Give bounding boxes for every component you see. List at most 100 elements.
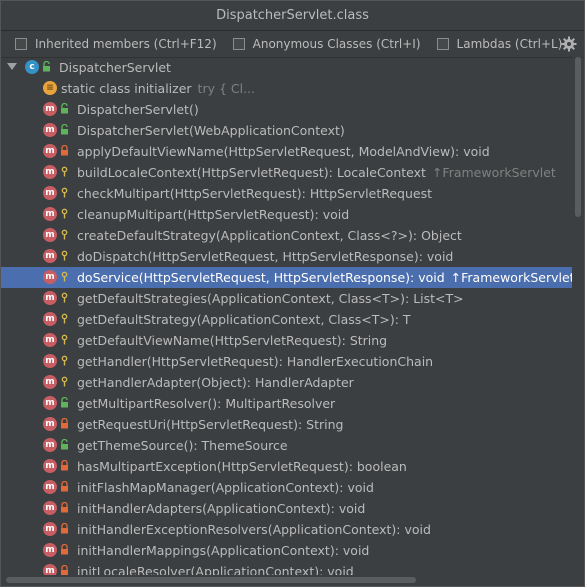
public-access-icon	[61, 397, 68, 408]
member-label: getDefaultViewName(HttpServletRequest): …	[77, 333, 388, 348]
lambdas-option[interactable]: Lambdas (Ctrl+L)	[436, 37, 563, 51]
member-signature: applyDefaultViewName(HttpServletRequest,…	[77, 144, 490, 159]
method-icon: m	[43, 354, 57, 368]
inherited-members-checkbox[interactable]	[15, 38, 27, 50]
protected-access-icon	[61, 271, 68, 282]
tree-item-row[interactable]: m buildLocaleContext(HttpServletRequest):…	[1, 162, 572, 183]
member-label: checkMultipart(HttpServletRequest): Http…	[77, 186, 432, 201]
tree-item-row[interactable]: m getHandler(HttpServletRequest): Handler…	[1, 351, 572, 372]
inherited-members-label: Inherited members (Ctrl+F12)	[35, 37, 217, 51]
protected-access-icon	[61, 229, 68, 240]
lambdas-checkbox[interactable]	[436, 38, 449, 50]
method-icon: m	[43, 501, 57, 515]
anonymous-classes-option[interactable]: Anonymous Classes (Ctrl+I)	[232, 37, 421, 51]
method-icon: m	[43, 438, 57, 452]
method-icon: m	[43, 144, 57, 158]
member-signature: static class initializer try { Cl...	[61, 81, 255, 96]
tree-item-row[interactable]: m getDefaultViewName(HttpServletRequest):…	[1, 330, 572, 351]
method-icon: m	[43, 522, 57, 536]
member-signature: cleanupMultipart(HttpServletRequest): vo…	[77, 207, 349, 222]
tree-item-row[interactable]: m initHandlerMappings(ApplicationContext)…	[1, 540, 572, 561]
private-access-icon	[61, 460, 68, 471]
class-icon: c	[25, 60, 39, 74]
anonymous-classes-checkbox[interactable]	[232, 38, 245, 50]
tree-item-row[interactable]: m getThemeSource(): ThemeSource	[1, 435, 572, 456]
inherited-members-option[interactable]: Inherited members (Ctrl+F12)	[15, 37, 217, 51]
member-label: buildLocaleContext(HttpServletRequest): …	[77, 165, 426, 180]
member-signature: initHandlerExceptionResolvers(Applicatio…	[77, 522, 431, 537]
structure-tree[interactable]: c DispatcherServlet ≡ static class initia…	[1, 57, 572, 575]
protected-access-icon	[61, 334, 68, 345]
member-signature: doService(HttpServletRequest, HttpServle…	[77, 270, 572, 285]
method-icon: m	[43, 543, 57, 557]
method-icon: m	[43, 459, 57, 473]
protected-access-icon	[61, 187, 68, 198]
method-icon: m	[43, 270, 57, 284]
method-icon: m	[43, 564, 57, 575]
gear-icon[interactable]	[561, 36, 577, 52]
member-signature: getHandler(HttpServletRequest): HandlerE…	[77, 354, 433, 369]
member-label: doService(HttpServletRequest, HttpServle…	[77, 270, 445, 285]
tree-item-row[interactable]: m doDispatch(HttpServletRequest, HttpServ…	[1, 246, 572, 267]
method-icon: m	[43, 333, 57, 347]
member-signature: getDefaultStrategies(ApplicationContext,…	[77, 291, 464, 306]
public-access-icon	[61, 124, 68, 135]
tree-item-row[interactable]: m initFlashMapManager(ApplicationContext)…	[1, 477, 572, 498]
tree-item-row[interactable]: m DispatcherServlet()	[1, 99, 572, 120]
tree-item-row[interactable]: m getRequestUri(HttpServletRequest): Stri…	[1, 414, 572, 435]
protected-access-icon	[61, 313, 68, 324]
tree-item-row[interactable]: m doService(HttpServletRequest, HttpServl…	[1, 267, 572, 288]
method-icon: m	[43, 207, 57, 221]
tree-item-row[interactable]: m checkMultipart(HttpServletRequest): Htt…	[1, 183, 572, 204]
tree-item-row[interactable]: m getDefaultStrategy(ApplicationContext, …	[1, 309, 572, 330]
member-label: initHandlerExceptionResolvers(Applicatio…	[77, 522, 431, 537]
static-initializer-icon: ≡	[43, 81, 57, 95]
private-access-icon	[61, 481, 68, 492]
horizontal-scroll-thumb[interactable]	[6, 577, 416, 583]
protected-access-icon	[61, 355, 68, 366]
tree-item-row[interactable]: m getMultipartResolver(): MultipartResolv…	[1, 393, 572, 414]
member-label: static class initializer	[61, 81, 192, 96]
member-signature: buildLocaleContext(HttpServletRequest): …	[77, 165, 556, 180]
tree-item-row[interactable]: m createDefaultStrategy(ApplicationContex…	[1, 225, 572, 246]
tree-item-row[interactable]: m cleanupMultipart(HttpServletRequest): v…	[1, 204, 572, 225]
member-signature: getMultipartResolver(): MultipartResolve…	[77, 396, 335, 411]
member-label: applyDefaultViewName(HttpServletRequest,…	[77, 144, 490, 159]
vertical-scrollbar[interactable]	[573, 57, 583, 575]
member-label: getDefaultStrategies(ApplicationContext,…	[77, 291, 464, 306]
structure-popup: DispatcherServlet.class Inherited member…	[0, 0, 585, 587]
member-signature: initHandlerMappings(ApplicationContext):…	[77, 543, 369, 558]
member-signature: hasMultipartException(HttpServletRequest…	[77, 459, 407, 474]
lambdas-label: Lambdas (Ctrl+L)	[456, 37, 563, 51]
member-signature: DispatcherServlet()	[77, 102, 199, 117]
tree-item-row[interactable]: m getHandlerAdapter(Object): HandlerAdapt…	[1, 372, 572, 393]
tree-item-row[interactable]: m applyDefaultViewName(HttpServletRequest…	[1, 141, 572, 162]
member-signature: getDefaultViewName(HttpServletRequest): …	[77, 333, 387, 348]
method-icon: m	[43, 102, 57, 116]
protected-access-icon	[61, 166, 68, 177]
member-label: initHandlerAdapters(ApplicationContext):…	[77, 501, 366, 516]
method-icon: m	[43, 375, 57, 389]
popup-title: DispatcherServlet.class	[1, 1, 584, 31]
tree-root-row[interactable]: c DispatcherServlet	[1, 57, 572, 78]
tree-item-row[interactable]: m initLocaleResolver(ApplicationContext):…	[1, 561, 572, 575]
member-signature: initLocaleResolver(ApplicationContext): …	[77, 564, 354, 575]
tree-item-row[interactable]: m hasMultipartException(HttpServletReques…	[1, 456, 572, 477]
tree-item-row[interactable]: m initHandlerExceptionResolvers(Applicati…	[1, 519, 572, 540]
member-label: getThemeSource(): ThemeSource	[77, 438, 288, 453]
public-lock-icon	[43, 61, 50, 72]
member-signature: doDispatch(HttpServletRequest, HttpServl…	[77, 249, 453, 264]
root-class-name: DispatcherServlet	[59, 60, 171, 75]
member-label: initLocaleResolver(ApplicationContext): …	[77, 564, 354, 575]
tree-item-row[interactable]: ≡ static class initializer try { Cl...	[1, 78, 572, 99]
horizontal-scrollbar[interactable]	[2, 575, 572, 585]
vertical-scroll-thumb[interactable]	[575, 57, 581, 217]
member-signature: DispatcherServlet(WebApplicationContext)	[77, 123, 345, 138]
tree-item-row[interactable]: m getDefaultStrategies(ApplicationContext…	[1, 288, 572, 309]
expand-arrow-icon[interactable]	[7, 63, 17, 70]
private-access-icon	[61, 565, 68, 575]
private-access-icon	[61, 523, 68, 534]
tree-item-row[interactable]: m DispatcherServlet(WebApplicationContext…	[1, 120, 572, 141]
method-icon: m	[43, 312, 57, 326]
tree-item-row[interactable]: m initHandlerAdapters(ApplicationContext)…	[1, 498, 572, 519]
